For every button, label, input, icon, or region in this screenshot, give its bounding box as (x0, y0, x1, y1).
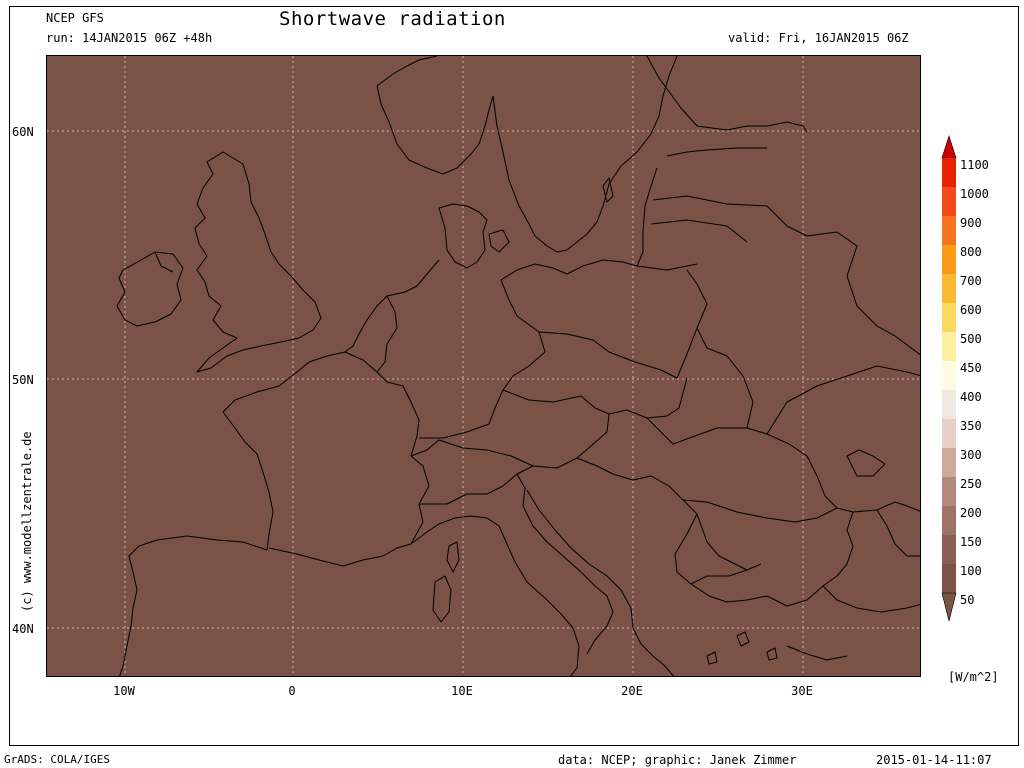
legend-label: 250 (960, 477, 982, 491)
graticule (47, 56, 920, 676)
legend-max-arrow (941, 135, 957, 159)
pyrenees (268, 547, 344, 567)
legend-label: 350 (960, 419, 982, 433)
map-panel (46, 55, 921, 677)
turkey-coast (786, 585, 920, 661)
lat-label-60n: 60N (12, 125, 34, 139)
lon-label-10w: 10W (113, 684, 135, 698)
legend-swatch (942, 564, 956, 593)
france-coast (222, 351, 346, 551)
model-source: NCEP GFS (46, 11, 104, 25)
adriatic-east (526, 489, 642, 645)
legend-label: 300 (960, 448, 982, 462)
legend-swatch (942, 419, 956, 448)
baltic-south-coast (500, 259, 638, 281)
poland-border (538, 269, 708, 379)
legend-label: 700 (960, 274, 982, 288)
watermark: (c) www.modellzentrale.de (20, 431, 34, 612)
legend-label: 800 (960, 245, 982, 259)
great-britain (194, 151, 322, 373)
norway-coast (376, 56, 494, 175)
france-med-coast (342, 543, 412, 567)
valid-time: valid: Fri, 16JAN2015 06Z (728, 31, 909, 45)
gotland (602, 177, 614, 203)
switzerland (410, 439, 534, 505)
legend-label: 150 (960, 535, 982, 549)
italy-east-coast (516, 473, 614, 655)
legend-swatch (942, 448, 956, 477)
balkan-borders (576, 457, 762, 585)
legend-swatch (942, 506, 956, 535)
lon-label-10e: 10E (451, 684, 473, 698)
hungary-romania (646, 417, 920, 513)
legend-label: 600 (960, 303, 982, 317)
legend-swatch (942, 274, 956, 303)
legend-swatch (942, 477, 956, 506)
lon-label-0: 0 (288, 684, 296, 698)
legend-min-arrow (941, 592, 957, 622)
ireland (116, 251, 184, 327)
zealand (488, 229, 510, 253)
romania-bulgaria (682, 499, 838, 571)
legend-swatch (942, 535, 956, 564)
legend-unit: [W/m^2] (948, 670, 999, 684)
estonia-coast (666, 147, 767, 157)
legend-swatch (942, 158, 956, 187)
footer-left: GrADS: COLA/IGES (4, 753, 110, 766)
france-borders (344, 351, 430, 545)
czech-austria (502, 377, 688, 419)
finland-coast (646, 56, 808, 133)
greece (640, 563, 848, 676)
legend-label: 450 (960, 361, 982, 375)
legend-label: 500 (960, 332, 982, 346)
ukraine-border (696, 327, 920, 435)
legend-swatch (942, 390, 956, 419)
footer-center: data: NCEP; graphic: Janek Zimmer (558, 753, 797, 767)
italy (410, 515, 580, 676)
latvia-lithuania-coast (636, 167, 658, 267)
austria-alps (438, 413, 610, 469)
baltic-borders (636, 195, 768, 271)
lat-label-40n: 40N (12, 622, 34, 636)
iberia (119, 535, 268, 676)
germany-borders (419, 279, 546, 439)
russia-belarus-border (766, 205, 920, 356)
lon-label-20e: 20E (621, 684, 643, 698)
lat-label-50n: 50N (12, 373, 34, 387)
northern-ireland-border (154, 251, 174, 273)
legend-label: 50 (960, 593, 975, 607)
legend-label: 100 (960, 564, 982, 578)
sweden-east-coast (492, 56, 678, 253)
aegean-islands (706, 631, 778, 665)
black-sea-coast (846, 509, 920, 565)
legend-swatch (942, 216, 956, 245)
benelux-germany-border (376, 295, 398, 373)
legend-swatch (942, 187, 956, 216)
legend-swatch (942, 303, 956, 332)
coastlines-borders (116, 56, 920, 676)
lon-label-30e: 30E (791, 684, 813, 698)
legend-label: 200 (960, 506, 982, 520)
color-legend (941, 135, 957, 622)
legend-label: 900 (960, 216, 982, 230)
map-title: Shortwave radiation (279, 8, 506, 30)
legend-label: 1000 (960, 187, 989, 201)
legend-swatch (942, 332, 956, 361)
corsica (446, 541, 460, 573)
legend-label: 400 (960, 390, 982, 404)
run-info: run: 14JAN2015 06Z +48h (46, 31, 213, 45)
sardinia (432, 575, 452, 623)
legend-swatch (942, 361, 956, 390)
legend-swatch (942, 245, 956, 274)
map-svg (47, 56, 920, 676)
crimea (846, 449, 886, 477)
footer-right: 2015-01-14-11:07 (876, 753, 992, 767)
legend-label: 1100 (960, 158, 989, 172)
